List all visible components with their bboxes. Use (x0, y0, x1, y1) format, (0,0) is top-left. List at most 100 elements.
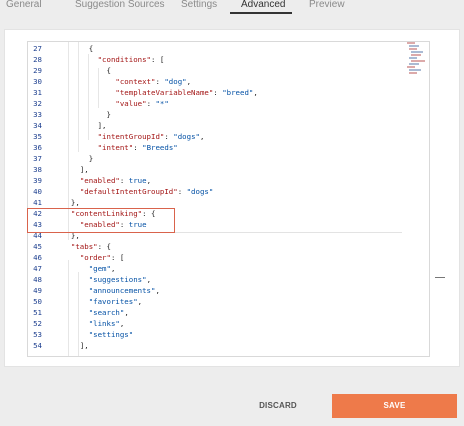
json-punctuation: ], (79, 165, 89, 174)
json-code-editor[interactable]: 27 {28 "conditions": [29 {30 "context": … (27, 41, 430, 357)
json-value: "search" (88, 308, 125, 317)
json-key: "context" (115, 77, 156, 86)
tab-settings[interactable]: Settings (181, 0, 217, 10)
tab-advanced[interactable]: Advanced (241, 0, 285, 10)
json-punctuation: { (106, 66, 111, 75)
code-text: "settings" (62, 329, 134, 340)
save-button[interactable]: SAVE (332, 394, 457, 418)
active-tab-indicator (230, 12, 292, 14)
tab-general[interactable]: General (6, 0, 42, 10)
code-text: "intentGroupId": "dogs", (62, 131, 205, 142)
code-line: 46 "order": [ (28, 252, 428, 263)
json-key: "intentGroupId" (97, 132, 165, 141)
code-text: ], (62, 120, 107, 131)
line-number: 36 (33, 143, 42, 152)
code-text: "search", (62, 307, 129, 318)
json-key: "enabled" (79, 176, 120, 185)
line-number: 46 (33, 253, 42, 262)
json-value: true (128, 176, 147, 185)
code-text: ], (62, 340, 89, 351)
json-value: "favorites" (88, 297, 138, 306)
content-linking-highlight (27, 208, 175, 233)
json-punctuation: , (146, 275, 152, 284)
json-punctuation: : (164, 132, 174, 141)
json-key: "tabs" (70, 242, 98, 251)
tab-preview[interactable]: Preview (309, 0, 345, 10)
code-line: 32 "value": "*" (28, 98, 428, 109)
discard-button[interactable]: DISCARD (232, 394, 324, 418)
code-text: "order": [ (62, 252, 125, 263)
json-value: "dogs" (186, 187, 214, 196)
code-text: } (62, 153, 93, 164)
code-text: "suggestions", (62, 274, 151, 285)
line-number: 33 (33, 110, 42, 119)
code-line: 52 "links", (28, 318, 428, 329)
json-punctuation: { (88, 44, 94, 53)
code-text: "templateVariableName": "breed", (62, 87, 258, 98)
json-key: "intent" (97, 143, 134, 152)
json-punctuation: : (119, 176, 129, 185)
line-number: 51 (33, 308, 42, 317)
json-key: "defaultIntentGroupId" (79, 187, 178, 196)
code-text: "value": "*" (62, 98, 169, 109)
code-line: 33 } (28, 109, 428, 120)
code-line: 49 "announcements", (28, 285, 428, 296)
line-number: 50 (33, 297, 42, 306)
code-text: "tabs": { (62, 241, 111, 252)
json-key: "templateVariableName" (115, 88, 214, 97)
json-punctuation: , (253, 88, 258, 97)
code-line: 53 "settings" (28, 329, 428, 340)
line-number: 28 (33, 55, 42, 64)
json-punctuation: , (124, 308, 129, 317)
json-value: "breed" (222, 88, 254, 97)
json-value: "*" (155, 99, 169, 108)
json-key: "order" (79, 253, 111, 262)
code-line: 48 "suggestions", (28, 274, 428, 285)
line-number: 39 (33, 176, 42, 185)
code-text: "context": "dog", (62, 76, 191, 87)
line-number: 37 (33, 154, 42, 163)
minimap[interactable] (405, 41, 433, 77)
line-number: 45 (33, 242, 42, 251)
code-text: "defaultIntentGroupId": "dogs" (62, 186, 214, 197)
code-text: ], (62, 164, 89, 175)
json-value: "announcements" (88, 286, 156, 295)
json-punctuation: , (119, 319, 125, 328)
code-line: 30 "context": "dog", (28, 76, 428, 87)
json-punctuation: , (186, 77, 192, 86)
line-number: 31 (33, 88, 42, 97)
json-punctuation: ], (97, 121, 107, 130)
line-number: 40 (33, 187, 42, 196)
code-line: 36 "intent": "Breeds" (28, 142, 428, 153)
code-line: 47 "gem", (28, 263, 428, 274)
code-text: "conditions": [ (62, 54, 165, 65)
json-punctuation: : [ (110, 253, 125, 262)
line-number: 48 (33, 275, 42, 284)
json-punctuation: }, (70, 198, 80, 207)
code-line: 51 "search", (28, 307, 428, 318)
code-text: } (62, 109, 111, 120)
scrollbar-marker[interactable] (435, 277, 445, 278)
line-number: 54 (33, 341, 42, 350)
line-number: 32 (33, 99, 42, 108)
code-line: 35 "intentGroupId": "dogs", (28, 131, 428, 142)
json-value: "dogs" (173, 132, 200, 141)
json-key: "conditions" (97, 55, 152, 64)
line-number: 52 (33, 319, 42, 328)
code-text: "announcements", (62, 285, 160, 296)
line-number: 47 (33, 264, 42, 273)
tab-suggestion-sources[interactable]: Suggestion Sources (75, 0, 165, 10)
